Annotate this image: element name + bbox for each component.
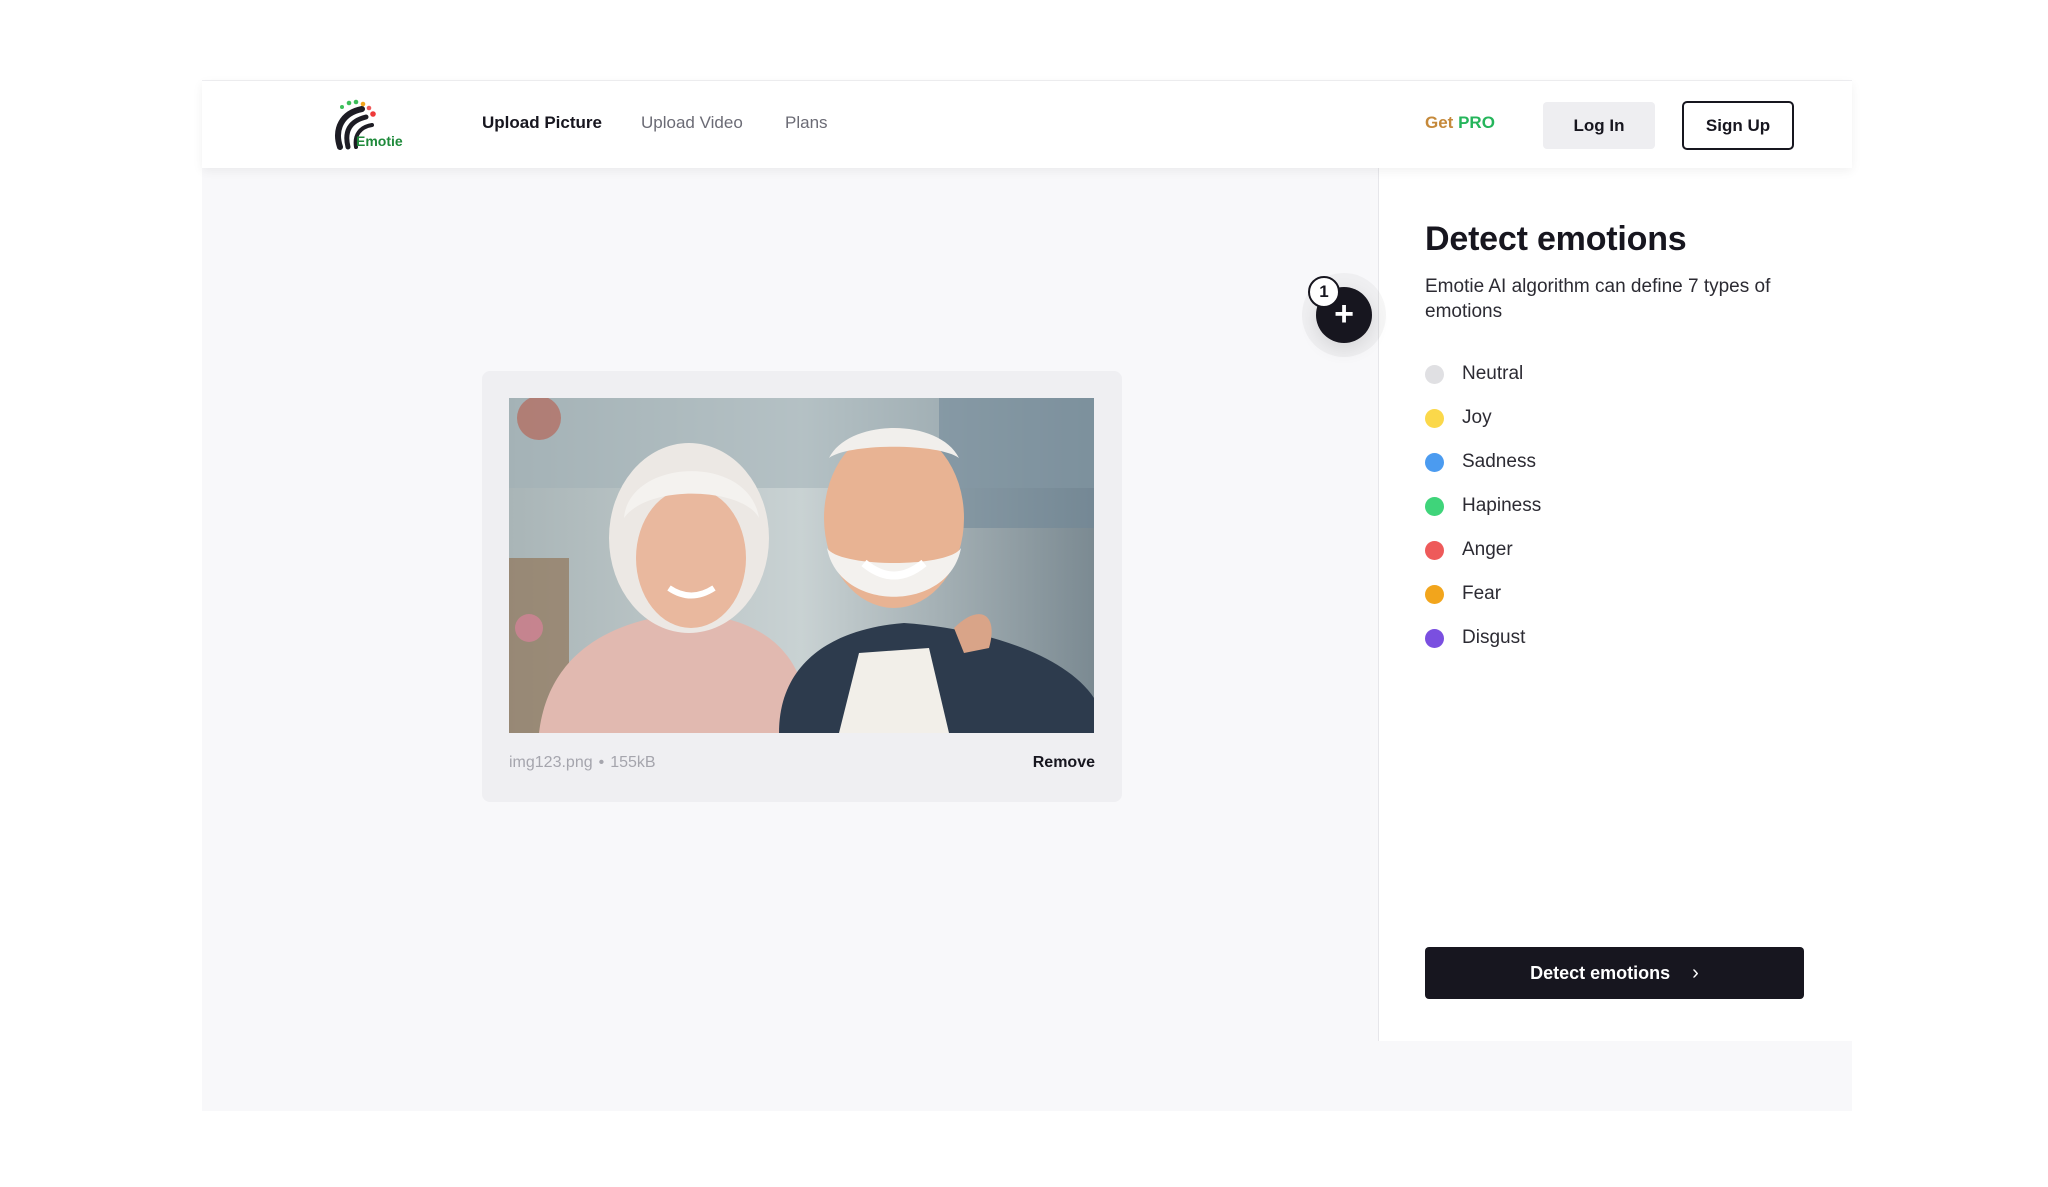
- emotion-dot: [1425, 364, 1444, 384]
- file-size: 155kB: [610, 754, 656, 771]
- get-pro-suffix: PRO: [1458, 113, 1495, 132]
- emotion-label: Anger: [1462, 539, 1513, 560]
- step-badge: 1: [1308, 276, 1340, 308]
- emotion-item-disgust: Disgust: [1425, 616, 1541, 660]
- emotion-label: Hapiness: [1462, 495, 1542, 516]
- login-button[interactable]: Log In: [1543, 102, 1655, 149]
- brand-name: Emotie: [356, 133, 403, 149]
- emotion-dot: [1425, 628, 1444, 648]
- chevron-right-icon: ›: [1692, 961, 1699, 984]
- upload-canvas: img123.png • 155kB Remove: [202, 168, 1378, 1111]
- emotion-dot: [1425, 496, 1444, 516]
- emotion-dot: [1425, 540, 1444, 560]
- emotion-item-neutral: Neutral: [1425, 352, 1541, 396]
- emotion-item-fear: Fear: [1425, 572, 1541, 616]
- emotion-item-anger: Anger: [1425, 528, 1541, 572]
- emotion-item-joy: Joy: [1425, 396, 1541, 440]
- plus-icon: +: [1334, 295, 1354, 333]
- get-pro-link[interactable]: Get PRO: [1425, 113, 1495, 133]
- detect-panel: Detect emotions Emotie AI algorithm can …: [1378, 168, 1853, 1041]
- panel-description: Emotie AI algorithm can define 7 types o…: [1425, 276, 1771, 322]
- top-navbar: Emotie Upload Picture Upload Video Plans…: [202, 81, 1852, 168]
- file-meta: img123.png • 155kB: [509, 754, 656, 772]
- remove-button[interactable]: Remove: [1033, 754, 1095, 772]
- emotion-label: Joy: [1462, 407, 1492, 428]
- emotion-label: Sadness: [1462, 451, 1536, 472]
- get-pro-prefix: Get: [1425, 113, 1454, 132]
- emotion-dot: [1425, 584, 1444, 604]
- emotion-label: Fear: [1462, 583, 1502, 604]
- uploaded-photo: [509, 398, 1094, 733]
- signup-button[interactable]: Sign Up: [1682, 101, 1794, 150]
- emotion-dot: [1425, 408, 1444, 428]
- uploaded-image-card: img123.png • 155kB Remove: [482, 371, 1122, 802]
- emotion-item-hapiness: Hapiness: [1425, 484, 1541, 528]
- panel-title: Detect emotions: [1425, 220, 1687, 258]
- emotion-label: Disgust: [1462, 627, 1526, 648]
- detect-emotions-button[interactable]: Detect emotions ›: [1425, 947, 1804, 999]
- emotion-list: Neutral Joy Sadness Hapiness Anger Fear …: [1425, 352, 1541, 660]
- emotion-dot: [1425, 452, 1444, 472]
- nav-upload-picture[interactable]: Upload Picture: [482, 113, 602, 133]
- nav-upload-video[interactable]: Upload Video: [641, 113, 743, 133]
- detect-emotions-label: Detect emotions: [1530, 962, 1671, 983]
- emotion-item-sadness: Sadness: [1425, 440, 1541, 484]
- file-name: img123.png: [509, 754, 593, 771]
- meta-separator: •: [598, 754, 605, 771]
- app-frame: Emotie Upload Picture Upload Video Plans…: [202, 80, 1853, 1111]
- emotion-label: Neutral: [1462, 363, 1524, 384]
- nav-plans[interactable]: Plans: [785, 113, 828, 133]
